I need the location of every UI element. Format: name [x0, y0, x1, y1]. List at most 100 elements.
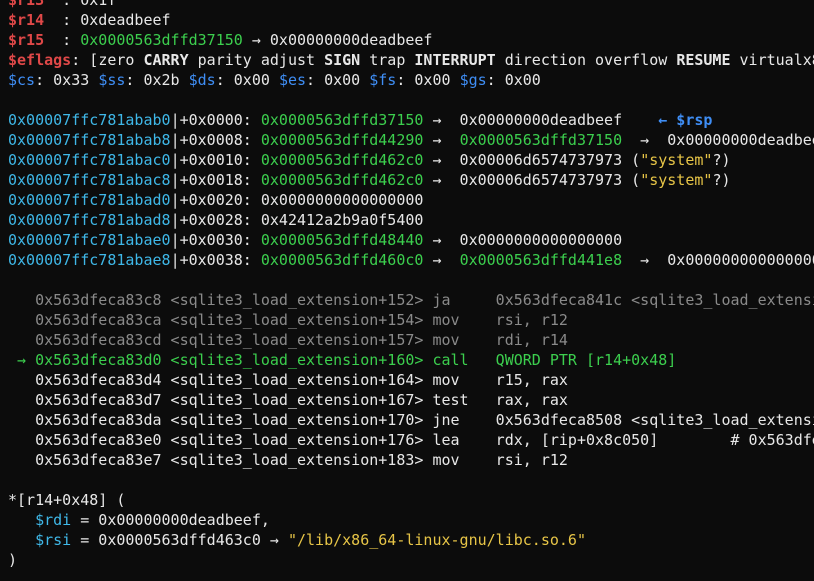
stack-divider: | [170, 171, 180, 189]
code-symbol: <sqlite3_load_extension+157> [161, 331, 433, 349]
deref-arrow: → [242, 31, 270, 49]
stack-offset: +0x0020: [179, 191, 261, 209]
stack-value: 0x0000000000000000 [260, 191, 424, 209]
code-operands: rdi, r14 [486, 331, 568, 349]
eflag-adjust: adjust [260, 51, 316, 69]
register-target: 0x00000000deadbeef [269, 31, 433, 49]
code-mnemonic: mov [432, 371, 487, 389]
code-symbol: <sqlite3_load_extension+152> [161, 291, 433, 309]
arg-register: $rsi [35, 531, 72, 549]
stack-row: 0x00007ffc781abae8|+0x0038: 0x0000563dff… [8, 250, 814, 270]
code-mnemonic: mov [432, 451, 487, 469]
arg-string: "/lib/x86_64-linux-gnu/libc.so.6" [287, 531, 586, 549]
code-prefix [8, 331, 35, 349]
code-mnemonic: mov [432, 311, 487, 329]
stack-tail: ?) [712, 171, 731, 189]
eflags-open: : [ [71, 51, 99, 69]
stack-chain: → 0x0000000000000000 [423, 231, 623, 249]
flag-sep [667, 51, 676, 69]
code-symbol: <sqlite3_load_extension+183> [161, 451, 433, 469]
stack-offset: +0x0018: [179, 171, 261, 189]
code-address: 0x563dfeca83d0 [35, 351, 162, 369]
segment-name: $es [278, 71, 307, 89]
code-symbol: <sqlite3_load_extension+167> [161, 391, 433, 409]
segment-registers-row: $cs: 0x33 $ss: 0x2b $ds: 0x00 $es: 0x00 … [8, 70, 541, 90]
stack-value: 0x0000563dffd48440 [260, 231, 424, 249]
arg-rsi-row: $rsi = 0x0000563dffd463c0 → "/lib/x86_64… [8, 530, 586, 550]
segment-value: : 0x00 [486, 71, 541, 89]
stack-row: 0x00007ffc781abac0|+0x0010: 0x0000563dff… [8, 150, 731, 170]
stack-offset: +0x0008: [179, 131, 261, 149]
code-operands: rdx, [rip+0x8c050] # 0x563dfe... [486, 431, 814, 449]
args-close-text: ) [8, 551, 18, 569]
eflags-list: zero CARRY parity adjust SIGN trap INTER… [98, 51, 814, 69]
segment-value: : 0x00 [306, 71, 361, 89]
stack-address: 0x00007ffc781abab0 [8, 111, 171, 129]
code-row: 0x563dfeca83cd <sqlite3_load_extension+1… [8, 330, 568, 350]
flag-sep [189, 51, 198, 69]
code-operands: 0x563dfeca8508 <sqlite3_load_extensio...… [495, 411, 814, 429]
code-operands: 0x563dfeca841c <sqlite3_load_extension+.… [495, 291, 814, 309]
stack-address: 0x00007ffc781abac0 [8, 151, 171, 169]
flag-sep [315, 51, 324, 69]
stack-chain-pointer: 0x0000563dffd441e8 [459, 251, 623, 269]
stack-row: 0x00007ffc781abab0|+0x0000: 0x0000563dff… [8, 110, 712, 130]
stack-tail: ?) [712, 151, 731, 169]
stack-divider: | [170, 111, 180, 129]
rsp-marker: ← $rsp [622, 111, 713, 129]
code-symbol: <sqlite3_load_extension+176> [161, 431, 433, 449]
stack-divider: | [170, 211, 180, 229]
flag-sep [731, 51, 740, 69]
deref-arrow: → [423, 251, 460, 269]
eflag-direction: direction [504, 51, 586, 69]
register-sep: : [44, 11, 81, 29]
stack-value: 0x42412a2b9a0f5400 [260, 211, 424, 229]
code-mnemonic: mov [432, 331, 487, 349]
seg-sep [180, 71, 189, 89]
stack-chain: → 0x00000000deadbeef [423, 111, 623, 129]
arg-rdi-row: $rdi = 0x00000000deadbeef, [8, 510, 270, 530]
flag-sep [586, 51, 595, 69]
code-address: 0x563dfeca83c8 [35, 291, 162, 309]
eflags-row: $eflags: [zero CARRY parity adjust SIGN … [8, 50, 814, 70]
flag-sep [360, 51, 369, 69]
code-row: 0x563dfeca83c8 <sqlite3_load_extension+1… [8, 290, 814, 310]
segment-name: $ss [98, 71, 126, 89]
code-mnemonic: test [432, 391, 487, 409]
stack-offset: +0x0010: [179, 151, 261, 169]
code-prefix [8, 431, 35, 449]
code-prefix [8, 411, 35, 429]
seg-sep [89, 71, 98, 89]
arg-value: = 0x00000000deadbeef, [71, 511, 270, 529]
code-address: 0x563dfeca83ca [35, 311, 162, 329]
stack-address: 0x00007ffc781abab8 [8, 131, 171, 149]
stack-row: 0x00007ffc781abae0|+0x0030: 0x0000563dff… [8, 230, 622, 250]
stack-divider: | [170, 151, 180, 169]
seg-sep [360, 71, 369, 89]
seg-sep [451, 71, 460, 89]
stack-row: 0x00007ffc781abad0|+0x0020: 0x0000000000… [8, 190, 423, 210]
code-address: 0x563dfeca83d7 [35, 391, 162, 409]
segment-name: $ds [188, 71, 216, 89]
code-mnemonic: lea [432, 431, 487, 449]
segment-name: $fs [369, 71, 397, 89]
code-mnemonic: ja [432, 291, 487, 309]
segment-name: $cs [8, 71, 36, 89]
code-address: 0x563dfeca83d4 [35, 371, 162, 389]
code-row: 0x563dfeca83e7 <sqlite3_load_extension+1… [8, 450, 568, 470]
code-mnemonic: jne [432, 411, 487, 429]
segment-value: : 0x2b [125, 71, 180, 89]
code-symbol: <sqlite3_load_extension+170> [161, 411, 433, 429]
segment-value: : 0x33 [35, 71, 90, 89]
stack-string: "system" [640, 151, 713, 169]
eflag-overflow: overflow [595, 51, 668, 69]
register-name: $r14 [8, 11, 45, 29]
stack-address: 0x00007ffc781abac8 [8, 171, 171, 189]
eflag-sign: SIGN [324, 51, 361, 69]
code-prefix [8, 391, 35, 409]
eflag-parity: parity [197, 51, 252, 69]
register-r14-row: $r14 : 0xdeadbeef [8, 10, 171, 30]
gdb-terminal[interactable]: $r13 : 0x1f $r14 : 0xdeadbeef $r15 : 0x0… [0, 0, 814, 581]
eflag-virtualx86: virtualx86 [739, 51, 814, 69]
code-operands: QWORD PTR [r14+0x48] [486, 351, 677, 369]
